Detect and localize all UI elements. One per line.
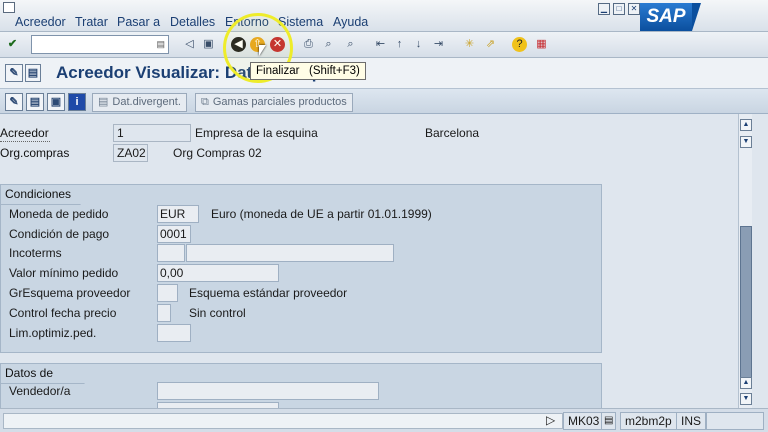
system-menu-icon[interactable] [3,2,15,13]
schema-group-text: Esquema estándar proveedor [189,286,348,300]
content-area: Acreedor 1 Empresa de la esquina Barcelo… [0,114,738,413]
order-currency-field[interactable]: EUR [157,205,199,223]
dropdown-icon[interactable]: ▤ [156,39,165,50]
find-next-icon[interactable]: ⌕ [342,36,359,53]
print-icon[interactable]: ⎙ [300,36,317,53]
mouse-cursor-icon [259,45,266,56]
vendor-label: Acreedor [0,126,50,142]
salesperson-label: Vendedor/a [9,384,71,398]
find-icon[interactable]: ⌕ [320,36,337,53]
sales-data-group: Datos de venta Vendedor/a [0,363,602,413]
menu-tratar[interactable]: Tratar [75,15,108,29]
command-field[interactable]: ▤ [31,35,169,54]
partial-ranges-label: Gamas parciales productos [212,96,347,108]
schema-group-field[interactable] [157,284,178,302]
close-window-icon[interactable]: ✕ [628,3,640,15]
title-bar: ✎ ▤ Acreedor Visualizar: Datos compras [0,58,768,88]
triangle-left-icon[interactable]: ◁ [181,36,198,53]
purchasing-org-label: Org.compras [0,146,70,160]
incoterms-label: Incoterms [9,246,62,260]
status-blank-segment [706,412,764,430]
help-icon[interactable]: ? [512,37,527,52]
conditions-group: Condiciones Moneda de pedido EUR Euro (m… [0,184,602,353]
status-options-icon[interactable]: ▤ [601,412,617,430]
menu-ayuda[interactable]: Ayuda [333,15,368,29]
min-order-value-label: Valor mínimo pedido [9,266,119,280]
price-date-control-text: Sin control [189,306,246,320]
divergent-data-button[interactable]: ▤ Dat.divergent. [92,93,187,112]
scroll-up-icon[interactable]: ▲ [740,119,752,131]
next-page-icon[interactable]: ↓ [410,36,427,53]
first-page-icon[interactable]: ⇤ [372,36,389,53]
status-message [3,413,563,429]
status-bar: ▷ MK03 ▤ m2bm2p INS [0,408,768,432]
price-date-control-field[interactable] [157,304,171,322]
check-icon[interactable]: ✔ [4,36,21,53]
vertical-scrollbar[interactable]: ▲ ▼ ▲ ▼ [738,114,752,408]
scroll-up-page-icon[interactable]: ▲ [740,377,752,389]
scroll-thumb[interactable] [740,226,752,384]
order-currency-text: Euro (moneda de UE a partir 01.01.1999) [211,207,432,221]
incoterms-field[interactable] [157,244,185,262]
save-icon[interactable]: ▣ [200,36,217,53]
divergent-data-label: Dat.divergent. [112,96,181,108]
minimize-icon[interactable]: ▁ [598,3,610,15]
payment-terms-field[interactable]: 0001 [157,225,191,243]
shortcut-icon[interactable]: ⇗ [482,36,499,53]
maximize-icon[interactable]: □ [613,3,625,15]
sap-logo: SAP [640,3,701,31]
document-icon: ▤ [98,96,109,108]
purchasing-org-field[interactable]: ZA02 [113,144,148,162]
order-currency-label: Moneda de pedido [9,207,109,221]
vendor-name: Empresa de la esquina [195,126,318,140]
partial-ranges-button[interactable]: ⧉ Gamas parciales productos [195,93,353,112]
display-change-icon[interactable]: ✎ [5,64,23,82]
schema-group-label: GrEsquema proveedor [9,286,131,300]
vendor-city: Barcelona [425,126,480,140]
system-toolbar: ✔ ▤ ◁ ▣ ◀ ⇧ ✕ ⎙ ⌕ ⌕ ⇤ ↑ ↓ ⇥ ✳ ⇗ ? ▦ [0,32,768,58]
server-name: m2bm2p [620,412,677,430]
menu-detalles[interactable]: Detalles [170,15,215,29]
new-session-icon[interactable]: ✳ [461,36,478,53]
order-optim-limit-label: Lim.optimiz.ped. [9,326,97,340]
other-object-icon[interactable]: ▤ [25,64,41,82]
order-optim-limit-field[interactable] [157,324,191,342]
hierarchy-icon: ⧉ [201,96,209,108]
sales-data-title: Datos de venta [1,364,85,384]
menu-bar: Acreedor Tratar Pasar a Detalles Entorno… [0,0,768,32]
edit-icon[interactable]: ✎ [5,93,23,111]
previous-page-icon[interactable]: ↑ [391,36,408,53]
vendor-field[interactable]: 1 [113,124,191,142]
list-icon[interactable]: ▣ [47,93,65,111]
status-expand-icon[interactable]: ▷ [546,412,555,430]
customize-layout-icon[interactable]: ▦ [533,36,550,53]
payment-terms-label: Condición de pago [9,227,110,241]
menu-pasar-a[interactable]: Pasar a [117,15,160,29]
application-toolbar: ✎ ▤ ▣ i ▤ Dat.divergent. ⧉ Gamas parciales… [0,88,768,114]
incoterms-part2-field[interactable] [186,244,394,262]
info-icon[interactable]: i [68,93,86,111]
min-order-value-field[interactable]: 0,00 [157,264,279,282]
document-icon[interactable]: ▤ [26,93,44,111]
transaction-code: MK03 [563,412,605,430]
scroll-down-page-icon[interactable]: ▼ [740,136,752,148]
conditions-title: Condiciones [1,185,81,205]
menu-acreedor[interactable]: Acreedor [15,15,66,29]
salesperson-field[interactable] [157,382,379,400]
last-page-icon[interactable]: ⇥ [430,36,447,53]
price-date-control-label: Control fecha precio [9,306,117,320]
exit-tooltip: Finalizar (Shift+F3) [250,62,366,80]
input-mode: INS [676,412,707,430]
purchasing-org-name: Org Compras 02 [173,146,262,160]
scroll-down-icon[interactable]: ▼ [740,393,752,405]
